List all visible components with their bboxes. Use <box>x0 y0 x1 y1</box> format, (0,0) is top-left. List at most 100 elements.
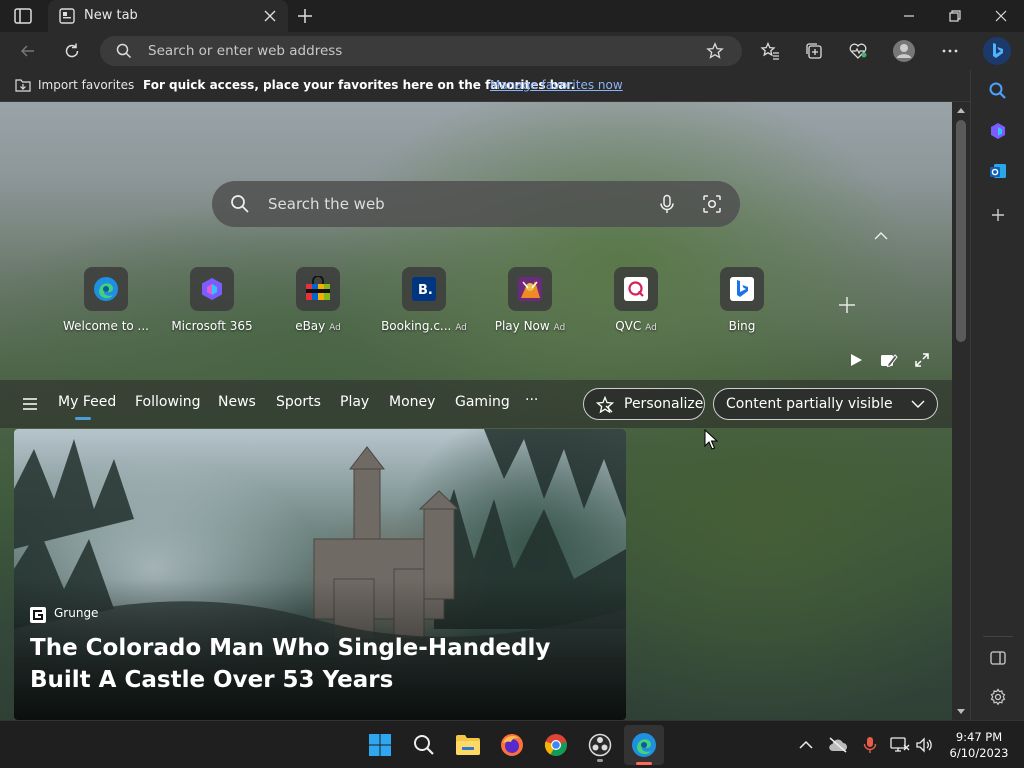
obs-studio-icon[interactable] <box>584 729 616 762</box>
content-visibility-label: Content partially visible <box>726 396 893 412</box>
scrollbar-thumb[interactable] <box>956 120 966 342</box>
booking-logo-icon: B. <box>402 267 446 311</box>
grunge-logo-icon <box>30 607 46 623</box>
refresh-button[interactable] <box>56 36 88 66</box>
browser-essentials-icon[interactable] <box>842 36 874 66</box>
minimize-button[interactable] <box>886 0 932 32</box>
scroll-up-arrow-icon[interactable] <box>956 106 966 114</box>
play-background-icon[interactable] <box>848 352 864 368</box>
personalize-button[interactable]: Personalize <box>583 388 705 420</box>
quick-link-ebay[interactable]: eBay Ad <box>268 267 368 337</box>
scroll-down-arrow-icon[interactable] <box>956 708 966 716</box>
add-quick-link-icon[interactable] <box>836 294 858 316</box>
tab-money[interactable]: Money <box>389 394 435 410</box>
content-visibility-dropdown[interactable]: Content partially visible <box>713 388 938 420</box>
collapse-chevron-icon[interactable] <box>873 230 889 242</box>
close-tab-icon[interactable] <box>262 8 278 24</box>
sidebar-microsoft365-icon[interactable] <box>983 116 1013 146</box>
tab-my-feed[interactable]: My Feed <box>58 394 116 410</box>
address-placeholder: Search or enter web address <box>148 43 343 59</box>
manage-favorites-link[interactable]: Manage favorites now <box>490 78 623 92</box>
restore-button[interactable] <box>932 0 978 32</box>
address-bar[interactable]: Search or enter web address <box>100 36 742 66</box>
hide-sidebar-icon[interactable] <box>983 643 1013 673</box>
tab-sports[interactable]: Sports <box>276 394 321 410</box>
running-indicator <box>597 759 603 762</box>
new-tab-page-icon <box>58 7 76 25</box>
search-icon <box>116 43 132 59</box>
windows-taskbar: 9:47 PM 6/10/2023 <box>0 720 1024 768</box>
tile-label: Booking.c... <box>381 319 452 333</box>
quick-link-booking[interactable]: B. Booking.c... Ad <box>374 267 474 337</box>
edit-background-icon[interactable] <box>880 352 898 368</box>
volume-icon[interactable] <box>908 729 940 761</box>
tab-title: New tab <box>84 8 138 23</box>
tab-gaming[interactable]: Gaming <box>455 394 510 410</box>
favorite-star-icon[interactable] <box>706 42 724 60</box>
more-menu-icon[interactable] <box>934 36 966 66</box>
tab-news[interactable]: News <box>218 394 256 410</box>
collections-icon[interactable] <box>798 36 830 66</box>
windows-start-icon[interactable] <box>364 729 396 761</box>
clock-time: 9:47 PM <box>955 730 1003 744</box>
favorites-bar: Import favorites For quick access, place… <box>0 70 970 102</box>
personalize-icon <box>596 396 614 414</box>
search-icon <box>230 194 250 214</box>
feed-nav-bar: My Feed Following News Sports Play Money… <box>0 380 952 428</box>
tile-label: QVC <box>615 319 642 333</box>
sidebar-settings-icon[interactable] <box>983 682 1013 712</box>
edge-sidebar <box>970 70 1024 720</box>
back-button[interactable] <box>12 36 44 66</box>
sidebar-add-icon[interactable] <box>983 200 1013 230</box>
sidebar-outlook-icon[interactable] <box>983 156 1013 186</box>
tile-label: Bing <box>728 319 756 333</box>
new-tab-button[interactable] <box>295 6 315 26</box>
tab-following[interactable]: Following <box>135 394 201 410</box>
firefox-icon[interactable] <box>496 729 528 761</box>
more-tabs-button[interactable]: ··· <box>525 392 538 408</box>
title-bar: New tab <box>0 0 1024 32</box>
sidebar-divider <box>983 636 1013 637</box>
taskbar-search-icon[interactable] <box>408 729 440 761</box>
microphone-in-use-icon[interactable] <box>854 729 886 761</box>
tile-label: Microsoft 365 <box>171 319 253 333</box>
article-title[interactable]: The Colorado Man Who Single-Handedly Bui… <box>30 632 590 696</box>
microphone-icon[interactable] <box>658 194 676 214</box>
ad-badge: Ad <box>645 323 657 333</box>
tile-label: eBay <box>295 319 326 333</box>
tab-play[interactable]: Play <box>340 394 369 410</box>
chevron-down-icon <box>911 399 925 409</box>
favorites-icon[interactable] <box>754 36 786 66</box>
svg-text:B.: B. <box>418 283 433 298</box>
web-search-placeholder: Search the web <box>268 195 385 213</box>
article-card[interactable]: Grunge The Colorado Man Who Single-Hande… <box>14 429 626 720</box>
show-hidden-icons-chevron[interactable] <box>790 729 822 761</box>
cloud-offline-icon[interactable] <box>822 729 854 761</box>
file-explorer-icon[interactable] <box>452 729 484 761</box>
tab-new-tab[interactable]: New tab <box>48 0 288 32</box>
close-window-button[interactable] <box>978 0 1024 32</box>
profile-avatar[interactable] <box>888 36 920 66</box>
system-clock[interactable]: 9:47 PM 6/10/2023 <box>944 729 1014 761</box>
hamburger-menu-icon[interactable] <box>22 397 38 411</box>
quick-link-play-now[interactable]: Play Now Ad <box>480 267 580 337</box>
quick-link-qvc[interactable]: QVC Ad <box>586 267 686 337</box>
ad-badge: Ad <box>329 323 341 333</box>
quick-link-welcome[interactable]: Welcome to ... <box>56 267 156 337</box>
visual-search-icon[interactable] <box>702 194 722 214</box>
sidebar-search-icon[interactable] <box>983 76 1013 106</box>
expand-icon[interactable] <box>914 352 930 368</box>
import-favorites-button[interactable]: Import favorites <box>38 78 134 92</box>
chrome-icon[interactable] <box>540 729 572 761</box>
quick-link-microsoft365[interactable]: Microsoft 365 <box>162 267 262 337</box>
quick-link-bing[interactable]: Bing <box>692 267 792 337</box>
qvc-logo-icon <box>614 267 658 311</box>
web-search-box[interactable]: Search the web <box>212 181 740 227</box>
mouse-cursor-icon <box>704 429 718 451</box>
tab-actions-icon[interactable] <box>12 6 34 26</box>
page-scrollbar[interactable] <box>952 102 970 720</box>
microsoft365-icon <box>190 267 234 311</box>
bing-chat-icon[interactable] <box>980 36 1014 66</box>
edge-taskbar-icon[interactable] <box>624 725 664 765</box>
active-tab-indicator <box>75 417 91 420</box>
